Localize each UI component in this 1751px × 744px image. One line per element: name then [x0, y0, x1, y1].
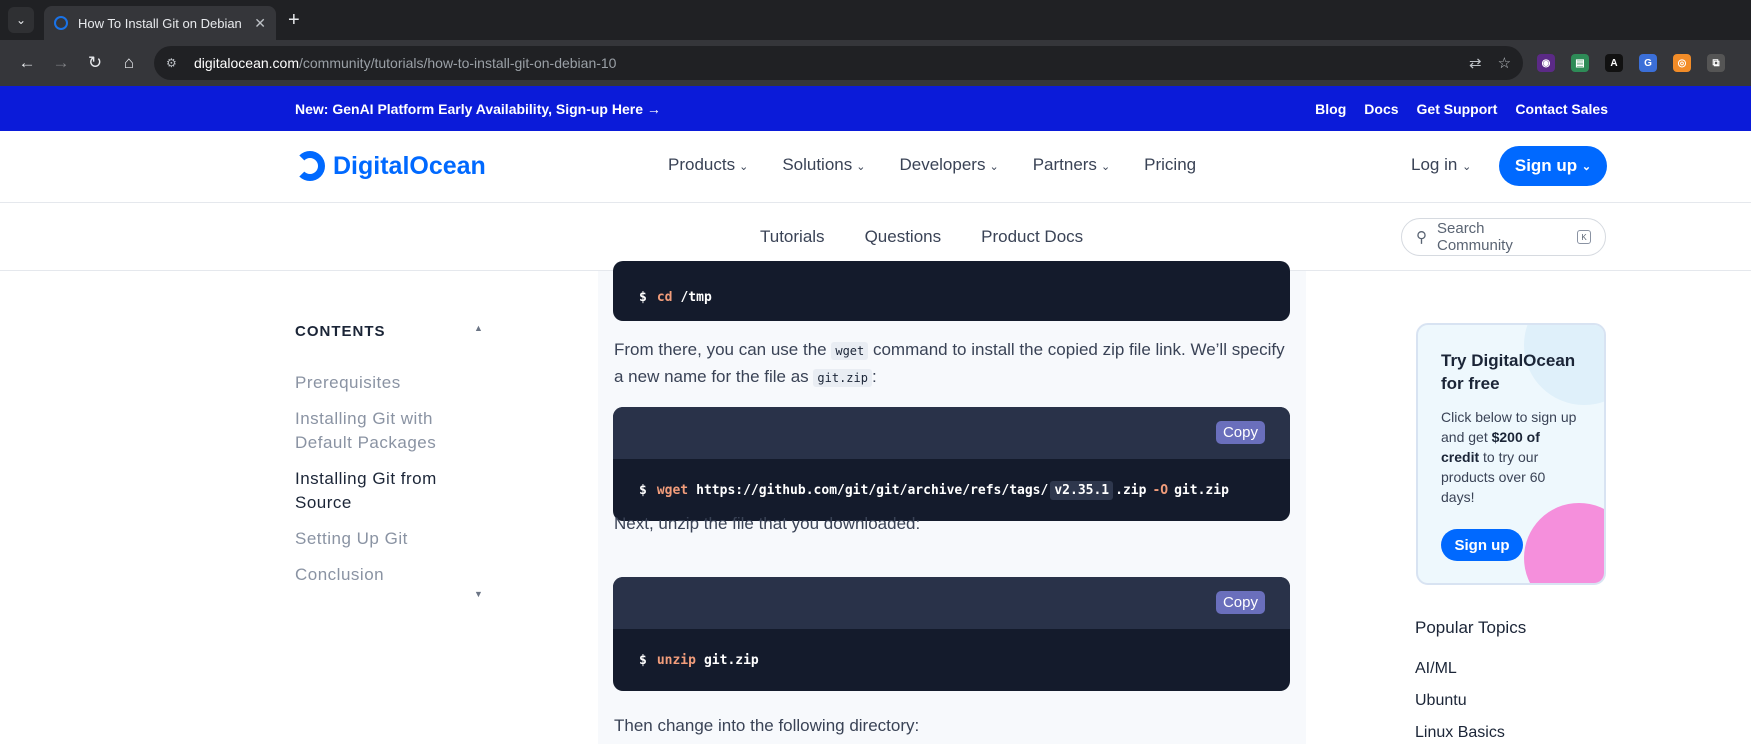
page-content: CONTENTS ▲ Prerequisites Installing Git …: [0, 261, 1751, 744]
tab-search-dropdown[interactable]: ⌄: [8, 7, 34, 33]
nav-pricing[interactable]: Pricing: [1144, 155, 1196, 175]
login-menu[interactable]: Log in ⌄: [1411, 155, 1471, 175]
toc-item-conclusion[interactable]: Conclusion: [295, 563, 445, 587]
code-line: $ cd /tmp: [639, 289, 712, 305]
search-community-input[interactable]: ⚲ Search Community K: [1401, 218, 1606, 256]
code-line: $ unzip git.zip: [639, 652, 759, 668]
utility-links: Blog Docs Get Support Contact Sales: [1315, 101, 1608, 117]
extensions-puzzle-icon[interactable]: ⧉: [1707, 54, 1726, 72]
browser-toolbar: ← → ↻ ⌂ ⚙ digitalocean.com /community/tu…: [0, 40, 1751, 86]
article-paragraph: Then change into the following directory…: [614, 716, 920, 735]
extension-icon[interactable]: ◉: [1537, 54, 1556, 72]
new-tab-icon[interactable]: +: [288, 9, 300, 32]
translate-extension-icon[interactable]: G: [1639, 54, 1658, 72]
toc-heading: CONTENTS: [295, 323, 386, 340]
popular-topics-heading: Popular Topics: [1415, 618, 1527, 637]
inline-code: wget: [831, 342, 869, 360]
code-block-header: Copy: [613, 407, 1290, 459]
extensions-area: ◉ ▤ A G ◎ ⧉: [1537, 54, 1741, 72]
translate-icon[interactable]: ⇄: [1469, 54, 1482, 72]
bookmark-star-icon[interactable]: ☆: [1498, 54, 1511, 72]
site-header: DigitalOcean Products ⌄ Solutions ⌄ Develo…: [0, 131, 1751, 203]
tab-close-icon[interactable]: ✕: [254, 15, 266, 32]
topic-link[interactable]: Linux Basics: [1415, 724, 1505, 744]
back-icon[interactable]: ←: [10, 46, 44, 80]
reload-icon[interactable]: ↻: [78, 46, 112, 80]
get-support-link[interactable]: Get Support: [1417, 101, 1498, 117]
url-path: /community/tutorials/how-to-install-git-…: [299, 55, 617, 71]
digitalocean-logo[interactable]: DigitalOcean: [295, 151, 486, 181]
highlighted-version: v2.35.1: [1050, 480, 1114, 500]
site-info-icon[interactable]: ⚙: [166, 54, 184, 72]
extension-icon[interactable]: ▤: [1571, 54, 1590, 72]
keyboard-shortcut-icon: K: [1577, 230, 1591, 244]
popular-topics-list: AI/ML Ubuntu Linux Basics: [1415, 660, 1505, 744]
copy-button[interactable]: Copy: [1215, 591, 1265, 614]
chevron-down-icon: ⌄: [739, 161, 749, 173]
code-block: $ cd /tmp: [613, 261, 1290, 321]
digitalocean-logo-icon: [295, 151, 325, 181]
code-block: Copy $ unzip git.zip: [613, 577, 1290, 691]
tab-title: How To Install Git on Debian 10: [78, 15, 247, 31]
table-of-contents: Prerequisites Installing Git with Defaul…: [295, 371, 445, 599]
toc-item-from-source[interactable]: Installing Git from Source: [295, 467, 445, 515]
nav-products[interactable]: Products ⌄: [668, 155, 748, 175]
digitalocean-favicon-icon: [54, 16, 68, 30]
extension-icon[interactable]: A: [1605, 54, 1624, 72]
subnav-questions[interactable]: Questions: [865, 227, 942, 247]
free-trial-card: Try DigitalOcean for free Click below to…: [1416, 323, 1606, 585]
decorative-shape: [1524, 503, 1604, 583]
docs-link[interactable]: Docs: [1364, 101, 1398, 117]
main-nav: Products ⌄ Solutions ⌄ Developers ⌄ Partner…: [668, 155, 1196, 175]
article-paragraph: Next, unzip the file that you downloaded…: [614, 514, 921, 533]
chevron-down-icon: ⌄: [856, 161, 866, 173]
topic-link[interactable]: Ubuntu: [1415, 692, 1505, 724]
contact-sales-link[interactable]: Contact Sales: [1515, 101, 1608, 117]
blog-link[interactable]: Blog: [1315, 101, 1346, 117]
code-block-header: Copy: [613, 577, 1290, 629]
nav-developers[interactable]: Developers ⌄: [899, 155, 998, 175]
toc-item-prerequisites[interactable]: Prerequisites: [295, 371, 445, 395]
article-paragraph: From there, you can use the wget command…: [614, 340, 1285, 387]
subnav-product-docs[interactable]: Product Docs: [981, 227, 1083, 247]
card-text: Click below to sign up and get $200 of c…: [1441, 409, 1577, 505]
chevron-down-icon: ⌄: [989, 161, 999, 173]
subnav-tutorials[interactable]: Tutorials: [760, 227, 825, 247]
inline-code: git.zip: [813, 369, 872, 387]
card-title: Try DigitalOcean for free: [1441, 351, 1576, 393]
extension-icon[interactable]: ◎: [1673, 54, 1692, 72]
home-icon[interactable]: ⌂: [112, 46, 146, 80]
chevron-down-icon: ⌄: [1581, 160, 1592, 173]
toc-item-setting-up[interactable]: Setting Up Git: [295, 527, 445, 551]
toc-scroll-down-icon[interactable]: ▼: [474, 589, 483, 599]
chevron-down-icon: ⌄: [1462, 161, 1472, 173]
url-host: digitalocean.com: [193, 55, 299, 71]
signup-button[interactable]: Sign up ⌄: [1499, 146, 1607, 186]
announcement-link[interactable]: New: GenAI Platform Early Availability, …: [295, 101, 661, 117]
nav-solutions[interactable]: Solutions ⌄: [782, 155, 865, 175]
logo-text: DigitalOcean: [333, 151, 486, 180]
card-signup-button[interactable]: Sign up: [1441, 529, 1523, 561]
toc-item-default-packages[interactable]: Installing Git with Default Packages: [295, 407, 445, 455]
address-bar[interactable]: ⚙ digitalocean.com /community/tutorials/…: [153, 46, 1524, 80]
code-block: Copy $ wget https://github.com/git/git/a…: [613, 407, 1290, 521]
chevron-down-icon: ⌄: [1100, 161, 1111, 173]
announcement-bar: New: GenAI Platform Early Availability, …: [0, 86, 1751, 131]
browser-tab-strip: ⌄ How To Install Git on Debian 10 ✕ +: [0, 0, 1751, 40]
forward-icon[interactable]: →: [44, 46, 78, 80]
copy-button[interactable]: Copy: [1215, 421, 1265, 444]
browser-tab[interactable]: How To Install Git on Debian 10 ✕: [44, 6, 276, 40]
search-placeholder: Search Community: [1437, 220, 1513, 254]
topic-link[interactable]: AI/ML: [1415, 660, 1505, 692]
nav-partners[interactable]: Partners ⌄: [1033, 155, 1110, 175]
toc-collapse-icon[interactable]: ▲: [474, 323, 483, 333]
search-icon: ⚲: [1416, 229, 1427, 246]
